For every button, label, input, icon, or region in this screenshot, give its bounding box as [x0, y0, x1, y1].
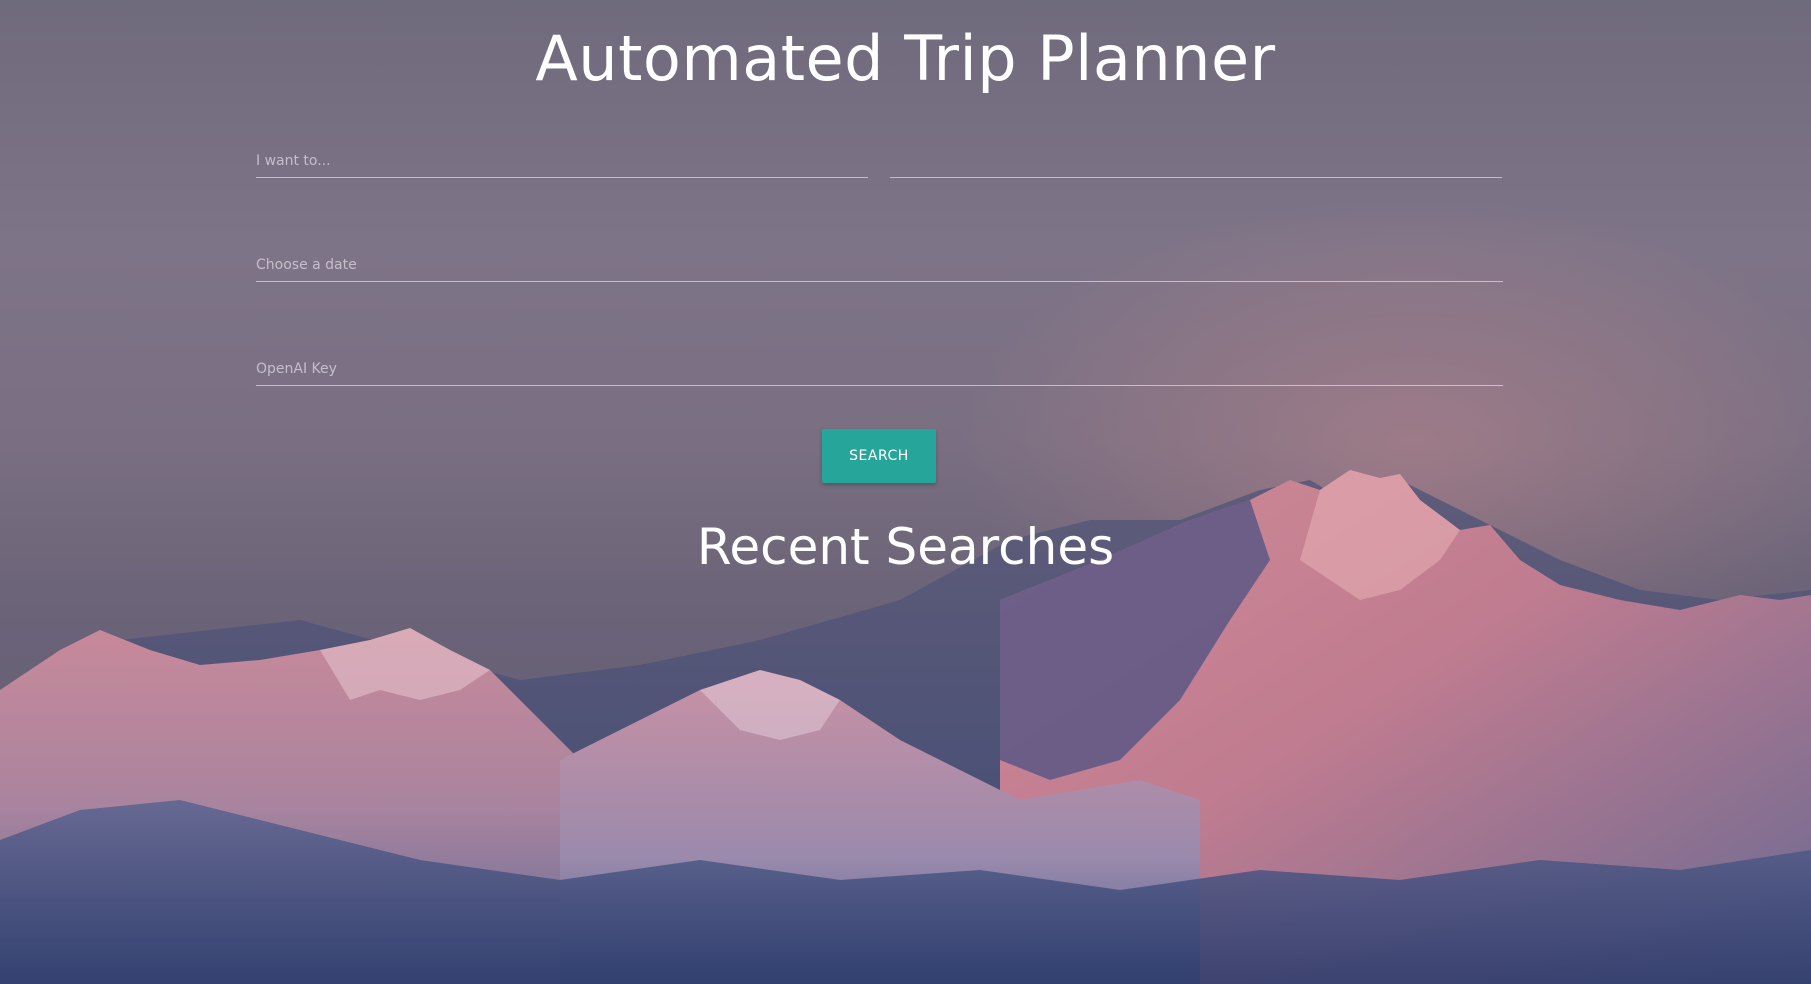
- openai-key-field[interactable]: [256, 340, 1503, 386]
- recent-searches-heading: Recent Searches: [696, 518, 1115, 576]
- page: Automated Trip Planner SEARCH Recent Sea…: [0, 0, 1811, 984]
- location-field[interactable]: [890, 132, 1502, 178]
- location-input[interactable]: [890, 153, 1502, 169]
- openai-key-input[interactable]: [256, 361, 1503, 377]
- date-input[interactable]: [256, 257, 1503, 273]
- page-title: Automated Trip Planner: [535, 22, 1276, 95]
- intent-field[interactable]: [256, 132, 868, 178]
- date-field[interactable]: [256, 236, 1503, 282]
- intent-input[interactable]: [256, 153, 868, 169]
- search-button[interactable]: SEARCH: [822, 429, 936, 483]
